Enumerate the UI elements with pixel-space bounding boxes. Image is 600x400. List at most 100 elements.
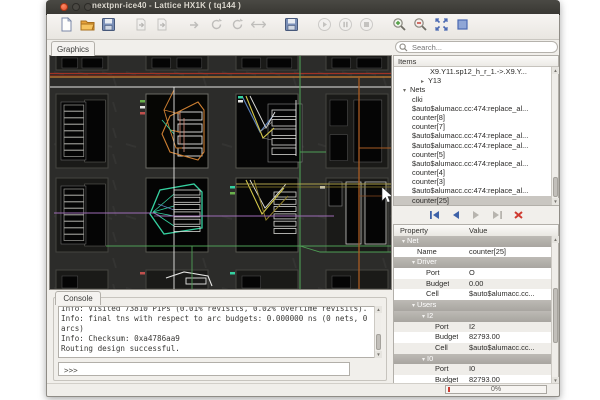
property-scrollbar[interactable]: ▲ ▼ bbox=[551, 236, 558, 384]
property-value: $auto$alumacc.cc... bbox=[469, 343, 549, 354]
rotate-icon bbox=[209, 17, 224, 37]
zoom-in-icon bbox=[392, 17, 407, 37]
property-row[interactable]: Port O bbox=[394, 268, 551, 279]
tree-item[interactable]: ▾Nets bbox=[394, 85, 551, 94]
console-panel: Info: Visited 73810 PIPs (0.01% revisits… bbox=[53, 297, 387, 381]
tree-item[interactable]: counter[4] bbox=[394, 168, 551, 177]
console-input[interactable] bbox=[62, 364, 346, 376]
property-row[interactable]: Cell$auto$alumacc.cc... bbox=[394, 289, 551, 300]
rotate-button bbox=[207, 17, 226, 36]
property-name: Port bbox=[426, 268, 440, 279]
property-row[interactable]: Budget 82793.00 bbox=[394, 332, 551, 343]
property-row[interactable]: PortI2 bbox=[394, 322, 551, 333]
zoom-in-button[interactable] bbox=[390, 17, 409, 36]
property-row[interactable]: Cell$auto$alumacc.cc... bbox=[394, 343, 551, 354]
tree-item[interactable]: counter[3] bbox=[394, 177, 551, 186]
titlebar[interactable]: nextpnr-ice40 - Lattice HX1K ( tq144 ) bbox=[46, 0, 560, 15]
tree-item-label: counter[5] bbox=[412, 150, 445, 159]
zoom-outward-button[interactable] bbox=[432, 17, 451, 36]
skip-first-item-button[interactable] bbox=[427, 210, 441, 222]
export-file-icon bbox=[134, 17, 149, 37]
new-file-button[interactable] bbox=[57, 17, 76, 36]
clear-item-button[interactable] bbox=[511, 210, 525, 222]
property-group-row[interactable]: ▾Driver bbox=[394, 257, 551, 268]
property-column-header: Property bbox=[400, 226, 428, 235]
property-group-row[interactable]: ▾Users bbox=[394, 300, 551, 311]
save-image-icon bbox=[284, 17, 299, 37]
minimize-button[interactable] bbox=[72, 3, 80, 11]
property-group-row[interactable]: ▾Net bbox=[394, 236, 551, 247]
tree-expanded-icon[interactable]: ▾ bbox=[403, 87, 410, 94]
tree-expanded-icon[interactable]: ▾ bbox=[402, 239, 405, 245]
close-button[interactable] bbox=[60, 3, 68, 11]
property-rows: ▾NetNamecounter[25]▾DriverPort OBudget0.0… bbox=[394, 236, 551, 384]
tree-item[interactable]: clki bbox=[394, 95, 551, 104]
tree-collapsed-icon[interactable]: ▸ bbox=[421, 78, 428, 85]
maximize-button[interactable] bbox=[84, 3, 92, 11]
scroll-down-icon[interactable]: ▼ bbox=[375, 351, 382, 358]
graphics-canvas[interactable] bbox=[49, 55, 392, 290]
tree-item-label: counter[25] bbox=[412, 196, 449, 205]
skip-first-icon bbox=[429, 207, 440, 225]
open-folder-button[interactable] bbox=[78, 17, 97, 36]
save-image-button[interactable] bbox=[282, 17, 301, 36]
console-log[interactable]: Info: Visited 73810 PIPs (0.01% revisits… bbox=[58, 306, 376, 358]
tree-expanded-icon[interactable]: ▾ bbox=[412, 260, 415, 266]
property-group-row[interactable]: ▾I0 bbox=[394, 354, 551, 365]
tree-item[interactable]: ▸Y13 bbox=[394, 76, 551, 85]
tree-expanded-icon[interactable]: ▾ bbox=[422, 314, 425, 320]
progress-label: 0% bbox=[446, 386, 546, 393]
property-value: 82793.00 bbox=[469, 332, 549, 343]
tree-item[interactable]: $auto$alumacc.cc:474:replace_al... bbox=[394, 159, 551, 168]
tree-item-label: Y13 bbox=[428, 76, 441, 85]
toolbar-group bbox=[315, 17, 376, 36]
items-scrollbar[interactable]: ▲ ▼ bbox=[551, 67, 558, 205]
tree-item[interactable]: X9.Y11.sp12_h_r_1.->.X9.Y... bbox=[394, 67, 551, 76]
zoom-out-button[interactable] bbox=[411, 17, 430, 36]
property-name: Name bbox=[417, 247, 437, 258]
save-button[interactable] bbox=[99, 17, 118, 36]
save-icon bbox=[101, 17, 116, 37]
tree-item[interactable]: $auto$alumacc.cc:474:replace_al... bbox=[394, 186, 551, 195]
property-value: O bbox=[469, 268, 549, 279]
new-file-icon bbox=[59, 17, 74, 37]
property-group-label: I2 bbox=[427, 311, 433, 320]
property-name: Budget bbox=[435, 332, 458, 343]
zoom-selection-button[interactable] bbox=[453, 17, 472, 36]
console-input-box[interactable] bbox=[58, 362, 350, 376]
tree-item[interactable]: counter[7] bbox=[394, 122, 551, 131]
skip-last-item-button bbox=[490, 210, 504, 222]
value-column-header: Value bbox=[469, 226, 487, 235]
search-input[interactable] bbox=[410, 42, 554, 53]
property-row[interactable]: Namecounter[25] bbox=[394, 247, 551, 258]
skip-last-icon bbox=[492, 207, 503, 225]
pause-icon bbox=[338, 17, 353, 37]
tree-item[interactable]: counter[5] bbox=[394, 150, 551, 159]
tab-graphics[interactable]: Graphics bbox=[51, 41, 95, 56]
tree-item[interactable]: counter[8] bbox=[394, 113, 551, 122]
tree-item[interactable]: $auto$alumacc.cc:474:replace_al... bbox=[394, 131, 551, 140]
property-panel: Property Value ▾NetNamecounter[25]▾Drive… bbox=[393, 224, 559, 385]
scroll-up-icon[interactable]: ▲ bbox=[375, 306, 382, 313]
previous-item-button[interactable] bbox=[448, 210, 462, 222]
property-group-row[interactable]: ▾I2 bbox=[394, 311, 551, 322]
tree-item[interactable]: $auto$alumacc.cc:474:replace_al... bbox=[394, 141, 551, 150]
scroll-up-icon[interactable]: ▲ bbox=[552, 67, 559, 74]
next-icon bbox=[471, 207, 482, 225]
tree-item[interactable]: $auto$alumacc.cc:474:replace_al... bbox=[394, 104, 551, 113]
previous-icon bbox=[450, 207, 461, 225]
tree-item-label: X9.Y11.sp12_h_r_1.->.X9.Y... bbox=[430, 67, 527, 76]
tab-console[interactable]: Console bbox=[55, 291, 101, 305]
tree-item-label: $auto$alumacc.cc:474:replace_al... bbox=[412, 186, 528, 195]
search-box[interactable] bbox=[395, 41, 558, 53]
tab-console-label: Console bbox=[63, 294, 92, 303]
tree-expanded-icon[interactable]: ▾ bbox=[422, 357, 425, 363]
tree-expanded-icon[interactable]: ▾ bbox=[412, 303, 415, 309]
scroll-up-icon[interactable]: ▲ bbox=[552, 236, 559, 243]
tree-item-selected[interactable]: counter[25] bbox=[394, 196, 551, 205]
property-row[interactable]: PortI0 bbox=[394, 364, 551, 375]
console-scrollbar[interactable]: ▲ ▼ bbox=[374, 306, 381, 358]
property-row[interactable]: Budget0.00 bbox=[394, 279, 551, 290]
scroll-down-icon[interactable]: ▼ bbox=[552, 198, 559, 205]
tree-item-label: $auto$alumacc.cc:474:replace_al... bbox=[412, 159, 528, 168]
